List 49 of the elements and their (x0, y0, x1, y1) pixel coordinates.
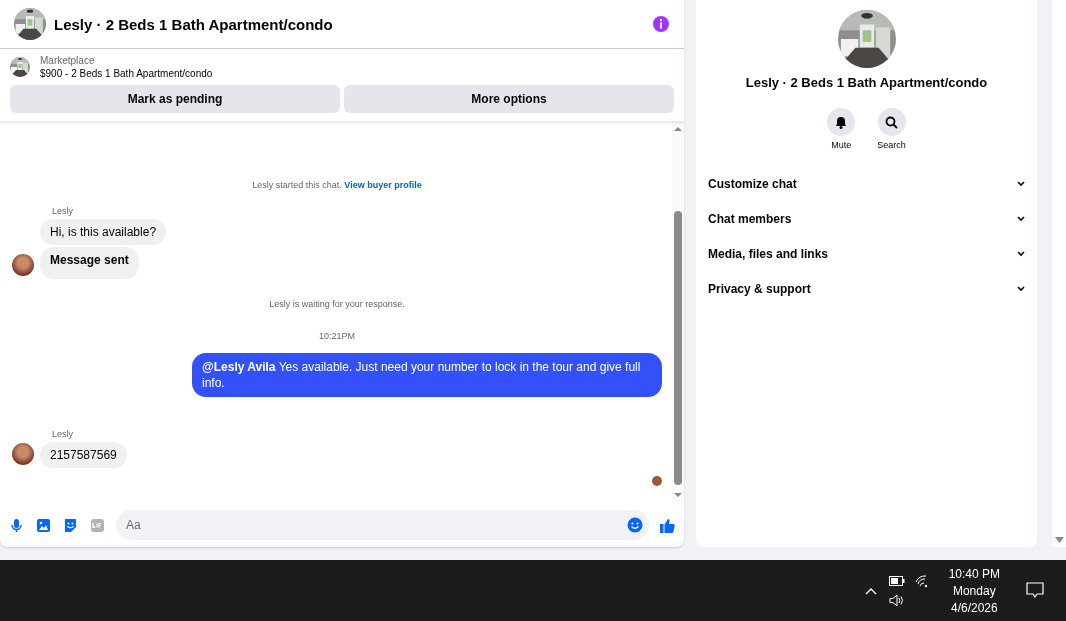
chevron-up-icon[interactable] (864, 586, 877, 595)
chevron-down-icon (1017, 180, 1025, 187)
avatar (12, 254, 34, 276)
clock-day: Monday (952, 583, 996, 598)
message-time: 10:21PM (318, 331, 356, 341)
chat-notice: Lesly started this chat. View buyer profile (251, 180, 423, 190)
search-icon (885, 115, 898, 129)
chevron-down-icon (1017, 250, 1025, 257)
chevron-down-icon (1017, 215, 1025, 222)
listing-action-button[interactable]: Mark as pending (10, 85, 340, 113)
details-section[interactable]: Customize chat (708, 166, 1025, 201)
clock[interactable]: 10:40 PM Monday 4/6/2026 (948, 566, 1000, 615)
scroll-down-icon[interactable] (673, 491, 683, 499)
seen-avatar (652, 476, 662, 486)
listing-action-button[interactable]: More options (344, 85, 674, 113)
chat-title: Lesly · 2 Beds 1 Bath Apartment/condo (54, 15, 334, 33)
clock-time: 10:40 PM (948, 566, 1000, 581)
scrollbar-thumb[interactable] (674, 211, 682, 485)
battery-icon[interactable] (888, 576, 905, 586)
sender-name: Lesly (52, 429, 74, 439)
details-section[interactable]: Media, files and links (708, 236, 1025, 271)
clock-date: 4/6/2026 (950, 600, 998, 615)
emoji-icon[interactable] (627, 517, 643, 533)
message-field[interactable]: Aa (116, 510, 649, 540)
wifi-icon[interactable] (914, 574, 929, 588)
scroll-down-icon[interactable] (1054, 537, 1064, 543)
sticker-icon[interactable] (62, 516, 79, 534)
chevron-down-icon (1017, 285, 1025, 292)
incoming-message: 2157587569 (40, 442, 127, 468)
details-section[interactable]: Privacy & support (708, 271, 1025, 306)
conversation-name: Lesly · 2 Beds 1 Bath Apartment/condo (745, 75, 988, 90)
speaker-icon[interactable] (888, 594, 905, 607)
notifications-icon[interactable] (1026, 582, 1044, 599)
chat-notice: Lesly is waiting for your response. (268, 299, 406, 309)
image-icon[interactable] (35, 516, 52, 534)
incoming-message: Hi, is this available? (40, 219, 167, 245)
listing-summary: $900 - 2 Beds 1 Bath Apartment/condo (40, 68, 213, 79)
scroll-up-icon[interactable] (673, 125, 683, 133)
avatar (12, 443, 34, 465)
buyer-profile-link[interactable]: View buyer profile (344, 180, 422, 190)
listing-source: Marketplace (40, 55, 96, 66)
microphone-icon[interactable] (8, 516, 25, 534)
incoming-message: Message sent (40, 247, 139, 279)
outgoing-message: @Lesly Avila Yes available. Just need your number to lock in the tour and give full info. (192, 353, 662, 397)
details-section[interactable]: Chat members (708, 201, 1025, 236)
sender-name: Lesly (52, 206, 74, 216)
info-icon[interactable] (652, 15, 670, 33)
bell-icon (835, 115, 848, 129)
thumbs-up-icon[interactable] (659, 516, 676, 534)
